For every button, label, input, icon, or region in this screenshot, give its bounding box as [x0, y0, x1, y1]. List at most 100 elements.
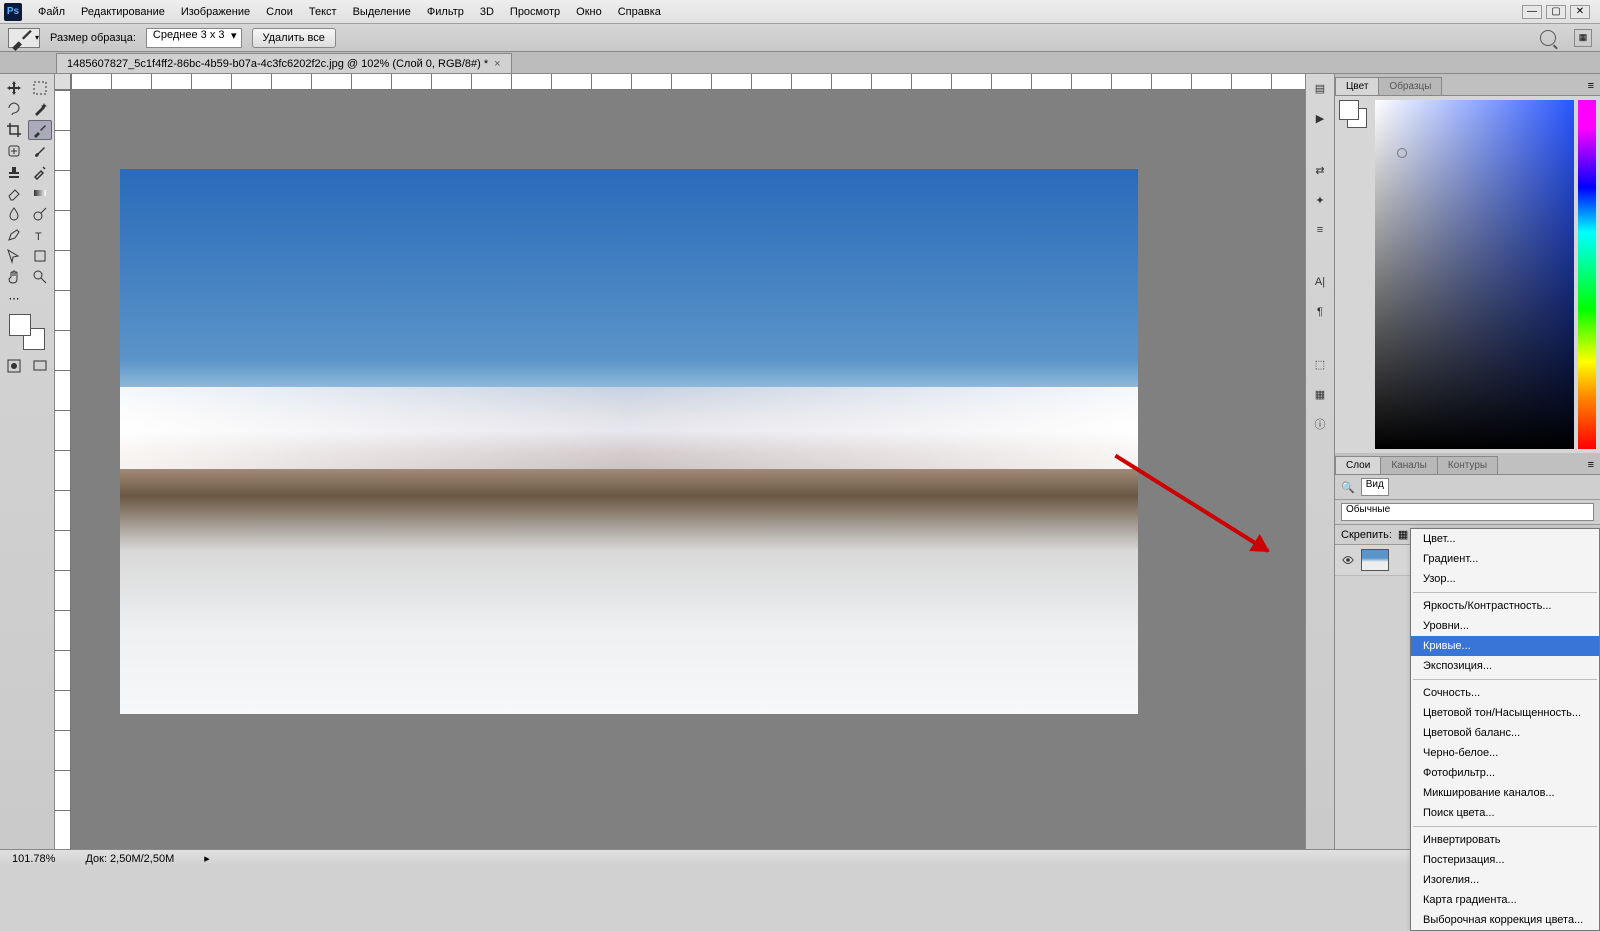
menu-3d[interactable]: 3D — [472, 2, 502, 22]
menu-item-selective-color[interactable]: Выборочная коррекция цвета... — [1411, 910, 1599, 930]
wand-tool[interactable] — [28, 99, 52, 119]
layers-strip-icon[interactable]: ▦ — [1310, 384, 1330, 404]
horizontal-ruler[interactable] — [71, 74, 1305, 90]
menu-item-brightness[interactable]: Яркость/Контрастность... — [1411, 596, 1599, 616]
marquee-tool[interactable] — [28, 78, 52, 98]
status-dropdown-icon[interactable]: ▸ — [204, 852, 210, 865]
vertical-ruler[interactable] — [55, 90, 71, 849]
menu-help[interactable]: Справка — [610, 2, 669, 22]
info-panel-icon[interactable]: ⓘ — [1310, 414, 1330, 434]
character-panel-icon[interactable]: ⇄ — [1310, 160, 1330, 180]
clear-all-button[interactable]: Удалить все — [252, 28, 336, 48]
menu-item-photofilter[interactable]: Фотофильтр... — [1411, 763, 1599, 783]
menu-item-channel-mix[interactable]: Микширование каналов... — [1411, 783, 1599, 803]
canvas-area[interactable] — [55, 74, 1305, 849]
layer-thumbnail[interactable] — [1361, 549, 1389, 571]
path-tool[interactable] — [2, 246, 26, 266]
menu-item-invert[interactable]: Инвертировать — [1411, 830, 1599, 850]
tool-preview[interactable]: ▾ — [8, 28, 40, 48]
sample-size-select[interactable]: Среднее 3 x 3 ▾ — [146, 28, 242, 48]
panel-fg-color[interactable] — [1339, 100, 1359, 120]
workspace-switcher-icon[interactable]: ▦ — [1574, 29, 1592, 47]
menu-item-curves[interactable]: Кривые... — [1411, 636, 1599, 656]
menu-item-color-lookup[interactable]: Поиск цвета... — [1411, 803, 1599, 823]
menu-item-bw[interactable]: Черно-белое... — [1411, 743, 1599, 763]
menu-item-solid-color[interactable]: Цвет... — [1411, 529, 1599, 549]
brushes-panel-icon[interactable]: ✦ — [1310, 190, 1330, 210]
menu-item-pattern[interactable]: Узор... — [1411, 569, 1599, 589]
dodge-tool[interactable] — [28, 204, 52, 224]
tab-color[interactable]: Цвет — [1335, 77, 1379, 95]
menu-layers[interactable]: Слои — [258, 2, 301, 22]
menu-view[interactable]: Просмотр — [502, 2, 568, 22]
hand-tool[interactable] — [2, 267, 26, 287]
eraser-tool[interactable] — [2, 183, 26, 203]
color-field[interactable] — [1375, 100, 1574, 449]
visibility-icon[interactable] — [1341, 553, 1355, 567]
tab-swatches[interactable]: Образцы — [1378, 77, 1442, 95]
shape-tool[interactable] — [28, 246, 52, 266]
menu-item-threshold[interactable]: Изогелия... — [1411, 870, 1599, 890]
menu-filter[interactable]: Фильтр — [419, 2, 472, 22]
tab-layers[interactable]: Слои — [1335, 456, 1381, 474]
pen-tool[interactable] — [2, 225, 26, 245]
screenmode-tool[interactable] — [28, 356, 52, 376]
type-tool[interactable]: T — [28, 225, 52, 245]
layers-panel-menu-icon[interactable]: ≡ — [1582, 456, 1600, 474]
move-tool[interactable] — [2, 78, 26, 98]
tab-channels[interactable]: Каналы — [1380, 456, 1438, 474]
zoom-level[interactable]: 101.78% — [12, 853, 55, 865]
edit-toolbar[interactable]: ⋯ — [2, 288, 26, 308]
eyedropper-tool[interactable] — [28, 120, 52, 140]
minimize-button[interactable]: — — [1522, 5, 1542, 19]
search-icon[interactable] — [1540, 30, 1556, 46]
3d-panel-icon[interactable]: ⬚ — [1310, 354, 1330, 374]
menu-item-color-balance[interactable]: Цветовой баланс... — [1411, 723, 1599, 743]
lock-pixels-icon[interactable]: ▦ — [1398, 528, 1408, 541]
foreground-color[interactable] — [9, 314, 31, 336]
close-tab-icon[interactable]: × — [494, 58, 500, 70]
stamp-tool[interactable] — [2, 162, 26, 182]
tab-paths[interactable]: Контуры — [1437, 456, 1498, 474]
menu-file[interactable]: Файл — [30, 2, 73, 22]
menu-window[interactable]: Окно — [568, 2, 610, 22]
document-tab[interactable]: 1485607827_5c1f4ff2-86bc-4b59-b07a-4c3fc… — [56, 53, 512, 73]
actions-panel-icon[interactable]: ▶ — [1310, 108, 1330, 128]
healing-tool[interactable] — [2, 141, 26, 161]
layer-filter-select[interactable]: Вид — [1361, 478, 1389, 496]
maximize-button[interactable]: ▢ — [1546, 5, 1566, 19]
crop-tool[interactable] — [2, 120, 26, 140]
lasso-tool[interactable] — [2, 99, 26, 119]
menu-image[interactable]: Изображение — [173, 2, 258, 22]
document-canvas[interactable] — [120, 169, 1138, 714]
color-swatches[interactable] — [9, 314, 45, 350]
history-panel-icon[interactable]: ▤ — [1310, 78, 1330, 98]
menu-item-gradient[interactable]: Градиент... — [1411, 549, 1599, 569]
blur-tool[interactable] — [2, 204, 26, 224]
quickmask-tool[interactable] — [2, 356, 26, 376]
hue-slider[interactable] — [1578, 100, 1596, 449]
menu-item-exposure[interactable]: Экспозиция... — [1411, 656, 1599, 676]
doc-size[interactable]: Док: 2,50M/2,50M — [85, 853, 174, 865]
menu-edit[interactable]: Редактирование — [73, 2, 173, 22]
properties-panel-icon[interactable]: ≡ — [1310, 220, 1330, 240]
menu-item-gradient-map[interactable]: Карта градиента... — [1411, 890, 1599, 910]
menu-item-vibrance[interactable]: Сочность... — [1411, 683, 1599, 703]
type-panel-icon[interactable]: A| — [1310, 272, 1330, 292]
menu-item-posterize[interactable]: Постеризация... — [1411, 850, 1599, 870]
ruler-origin[interactable] — [55, 74, 71, 90]
gradient-tool[interactable] — [28, 183, 52, 203]
paragraph-panel-icon[interactable]: ¶ — [1310, 302, 1330, 322]
blend-mode-select[interactable]: Обычные — [1341, 503, 1594, 521]
color-indicator[interactable] — [1397, 148, 1407, 158]
menu-item-hue[interactable]: Цветовой тон/Насыщенность... — [1411, 703, 1599, 723]
zoom-tool[interactable] — [28, 267, 52, 287]
close-button[interactable]: ✕ — [1570, 5, 1590, 19]
brush-tool[interactable] — [28, 141, 52, 161]
filter-search-icon[interactable]: 🔍 — [1341, 481, 1355, 494]
panel-menu-icon[interactable]: ≡ — [1582, 77, 1600, 95]
menu-item-levels[interactable]: Уровни... — [1411, 616, 1599, 636]
menu-text[interactable]: Текст — [301, 2, 345, 22]
menu-select[interactable]: Выделение — [345, 2, 419, 22]
history-brush-tool[interactable] — [28, 162, 52, 182]
